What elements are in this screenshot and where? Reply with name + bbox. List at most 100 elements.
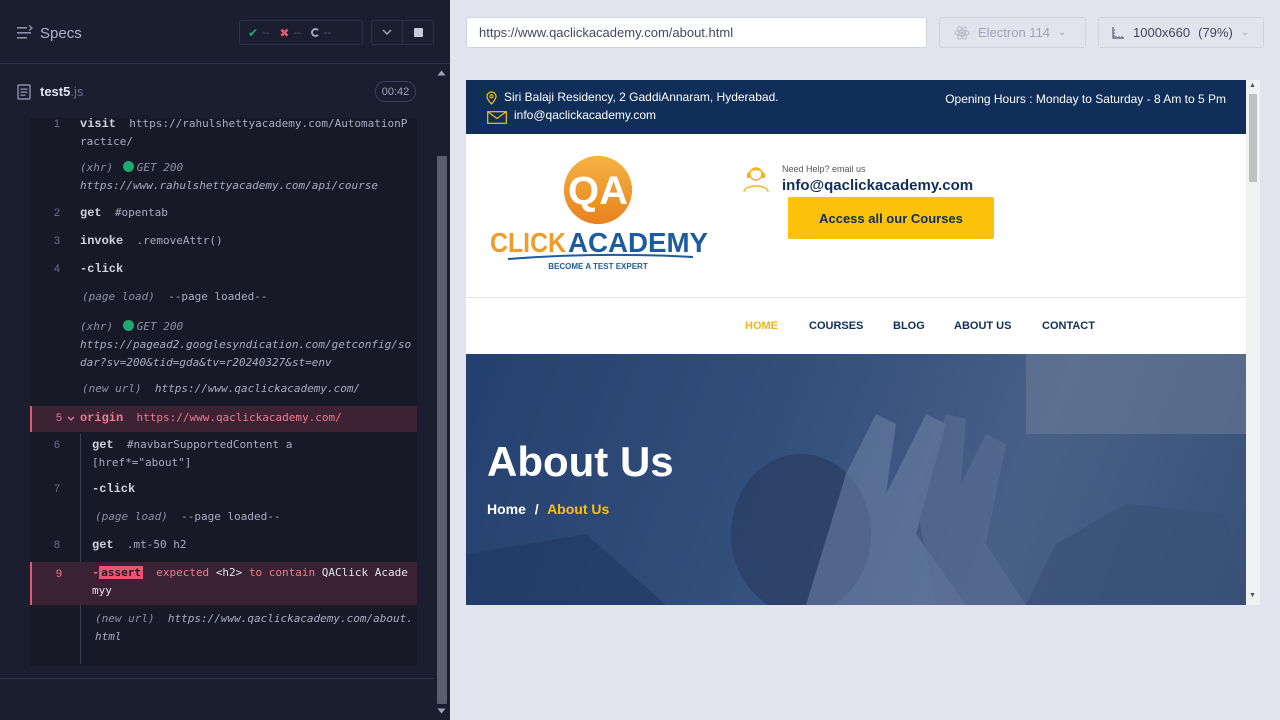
pending-count: -- bbox=[323, 26, 332, 39]
xhr-label: (xhr) bbox=[80, 320, 114, 333]
nav-home[interactable]: HOME bbox=[745, 320, 778, 332]
pending-spinner-icon bbox=[310, 28, 320, 37]
hero-title: About Us bbox=[487, 438, 674, 485]
xhr-label: (xhr) bbox=[80, 161, 114, 174]
command-message: .removeAttr() bbox=[136, 234, 223, 247]
command-row[interactable]: 2 get #opentab bbox=[30, 204, 417, 224]
help-email[interactable]: info@qaclickacademy.com bbox=[782, 177, 973, 194]
scroll-up-icon[interactable]: ▲ bbox=[1249, 82, 1256, 89]
event-label: (page load) bbox=[95, 510, 168, 523]
event-label: (new url) bbox=[82, 382, 142, 395]
command-name: get bbox=[80, 206, 102, 220]
svg-text:QA: QA bbox=[568, 169, 628, 213]
command-number: 3 bbox=[53, 235, 60, 247]
passed-stat: ✔ -- bbox=[248, 26, 269, 40]
file-basename: test5 bbox=[40, 84, 71, 99]
scroll-up-icon[interactable] bbox=[437, 70, 446, 76]
command-row[interactable]: 1 visit https://rahulshettyacademy.com/A… bbox=[30, 117, 417, 152]
status-dot-icon bbox=[122, 320, 134, 331]
viewport-scale: (79%) bbox=[1198, 25, 1233, 40]
nav-contact[interactable]: CONTACT bbox=[1042, 320, 1095, 332]
ruler-icon bbox=[1112, 26, 1124, 39]
specs-bar: Specs ✔ -- ✖ -- -- bbox=[0, 0, 450, 64]
qa-click-academy-logo[interactable]: QA CLICK ACADEMY BECOME A TEST EXPERT bbox=[488, 156, 710, 274]
specs-list-icon[interactable] bbox=[16, 24, 34, 42]
command-number: 8 bbox=[53, 539, 60, 551]
command-message: https://www.qaclickacademy.com/ bbox=[136, 411, 342, 424]
aut-scrollbar-thumb[interactable] bbox=[1249, 94, 1257, 182]
page-load-row: (page load) --page loaded-- bbox=[30, 288, 417, 308]
command-number: 9 bbox=[55, 568, 62, 580]
command-row[interactable]: 3 invoke .removeAttr() bbox=[30, 232, 417, 252]
site-nav: HOME COURSES BLOG ABOUT US CONTACT bbox=[466, 298, 1246, 354]
spec-file-name[interactable]: test5.js bbox=[40, 84, 83, 99]
xhr-status: GET 200 bbox=[136, 161, 184, 174]
reporter-panel: Specs ✔ -- ✖ -- -- test5.js 00:42 1 visit … bbox=[0, 0, 450, 720]
support-agent-icon bbox=[743, 167, 769, 193]
status-dot-icon bbox=[122, 161, 134, 172]
scrollbar-thumb[interactable] bbox=[437, 156, 447, 704]
svg-text:BECOME A TEST EXPERT: BECOME A TEST EXPERT bbox=[548, 262, 648, 271]
site-header: QA CLICK ACADEMY BECOME A TEST EXPERT Ne… bbox=[466, 134, 1246, 298]
command-message: .mt-50 h2 bbox=[126, 538, 187, 551]
site-address: Siri Balaji Residency, 2 GaddiAnnaram, H… bbox=[504, 90, 779, 104]
breadcrumb-separator: / bbox=[534, 501, 539, 517]
assert-badge: assert bbox=[99, 566, 143, 579]
failed-stat: ✖ -- bbox=[279, 26, 300, 40]
location-pin-icon bbox=[486, 91, 497, 105]
event-message: https://www.qaclickacademy.com/ bbox=[154, 382, 361, 395]
scroll-down-icon[interactable] bbox=[437, 708, 446, 714]
stop-button[interactable] bbox=[402, 21, 433, 44]
reporter-scrollbar[interactable] bbox=[434, 66, 450, 720]
nav-about-us[interactable]: ABOUT US bbox=[954, 320, 1011, 332]
site-topbar-email[interactable]: info@qaclickacademy.com bbox=[514, 108, 656, 122]
command-row[interactable]: 7 -click bbox=[30, 480, 417, 500]
aut-url-bar[interactable]: https://www.qaclickacademy.com/about.htm… bbox=[466, 17, 927, 48]
browser-selector[interactable]: Electron 114 ⌄ bbox=[939, 17, 1086, 48]
chevron-down-icon: ⌄ bbox=[1058, 27, 1067, 38]
scroll-down-icon[interactable]: ▼ bbox=[1249, 592, 1256, 599]
viewport-selector[interactable]: 1000x660 (79%) ⌄ bbox=[1098, 17, 1264, 48]
origin-row[interactable]: 5 origin https://www.qaclickacademy.com/ bbox=[30, 406, 417, 432]
assert-message-tag: <h2> bbox=[215, 566, 243, 579]
xhr-row[interactable]: (xhr) GET 200 https://pagead2.googlesynd… bbox=[30, 318, 417, 374]
aut-frame: Siri Balaji Residency, 2 GaddiAnnaram, H… bbox=[466, 80, 1246, 605]
aut-scrollbar[interactable]: ▲ ▼ bbox=[1246, 80, 1260, 605]
site-hours: Opening Hours : Monday to Saturday - 8 A… bbox=[945, 92, 1226, 106]
nav-courses[interactable]: COURSES bbox=[809, 320, 863, 332]
specs-label[interactable]: Specs bbox=[40, 25, 82, 42]
breadcrumb: Home / About Us bbox=[487, 501, 609, 517]
check-icon: ✔ bbox=[248, 25, 259, 40]
xhr-status: GET 200 bbox=[136, 320, 184, 333]
svg-text:CLICK: CLICK bbox=[490, 227, 566, 258]
command-number: 4 bbox=[53, 263, 60, 275]
breadcrumb-current: About Us bbox=[547, 501, 610, 517]
assert-message-expected: expected bbox=[156, 566, 210, 579]
event-label: (new url) bbox=[95, 612, 155, 625]
browser-label: Electron 114 bbox=[978, 25, 1051, 40]
run-duration: 00:42 bbox=[375, 81, 416, 102]
assert-error-row[interactable]: 9 - assert expected <h2> to contain QACli… bbox=[30, 562, 417, 605]
command-name: -click bbox=[80, 262, 124, 276]
help-label: Need Help? email us bbox=[782, 164, 866, 174]
command-number: 5 bbox=[55, 412, 62, 424]
auto-scroll-button[interactable] bbox=[372, 21, 402, 44]
xhr-row[interactable]: (xhr) GET 200 https://www.rahulshettyaca… bbox=[30, 158, 417, 196]
nav-blog[interactable]: BLOG bbox=[893, 320, 925, 332]
command-message: #navbarSupportedContent a[href*="about"] bbox=[92, 438, 293, 469]
command-log: 1 visit https://rahulshettyacademy.com/A… bbox=[30, 117, 417, 666]
svg-text:ACADEMY: ACADEMY bbox=[568, 227, 708, 258]
breadcrumb-home[interactable]: Home bbox=[487, 501, 526, 517]
chevron-down-icon[interactable] bbox=[67, 416, 75, 422]
access-courses-button[interactable]: Access all our Courses bbox=[788, 197, 994, 239]
command-name: -click bbox=[92, 482, 136, 496]
stop-icon bbox=[413, 28, 423, 37]
command-number: 6 bbox=[53, 439, 60, 451]
file-extension: .js bbox=[70, 84, 84, 99]
command-name: origin bbox=[80, 411, 124, 425]
run-controls bbox=[371, 20, 434, 45]
command-row[interactable]: 6 get #navbarSupportedContent a[href*="a… bbox=[30, 436, 417, 474]
command-number: 1 bbox=[53, 118, 60, 130]
command-row[interactable]: 8 get .mt-50 h2 bbox=[30, 536, 417, 556]
command-row[interactable]: 4 -click bbox=[30, 260, 417, 280]
